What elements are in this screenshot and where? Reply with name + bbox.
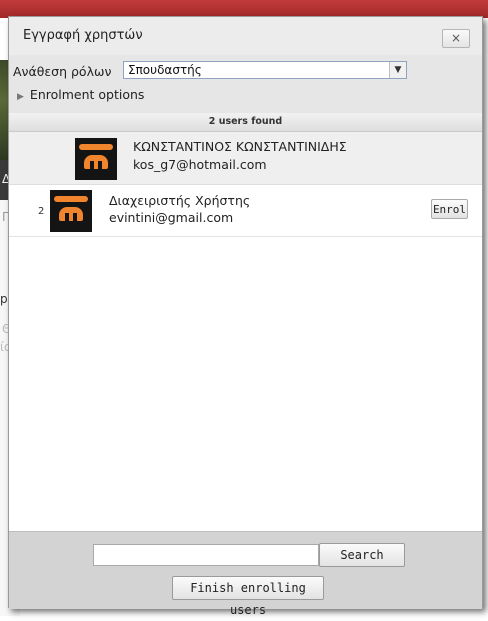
role-select[interactable]: Σπουδαστής ▼ (123, 61, 407, 79)
row-number: 2 (38, 206, 45, 217)
triangle-right-icon: ▶ (17, 92, 24, 102)
dialog-footer: Search Finish enrolling users (9, 531, 482, 617)
enrol-button[interactable]: Enrol (431, 199, 468, 219)
user-row: ΚΩΝΣΤΑΝΤΙΝΟΣ ΚΩΝΣΤΑΝΤΙΝΙΔΗΣ kos_g7@hotma… (9, 132, 482, 185)
user-email: kos_g7@hotmail.com (133, 157, 267, 172)
user-email: evintini@gmail.com (109, 210, 234, 225)
enrolment-options-label: Enrolment options (29, 87, 145, 102)
users-found-summary: 2 users found (9, 113, 482, 132)
chevron-down-icon: ▼ (389, 62, 406, 78)
user-name: ΚΩΝΣΤΑΝΤΙΝΟΣ ΚΩΝΣΤΑΝΤΙΝΙΔΗΣ (133, 139, 347, 154)
close-button[interactable]: × (442, 29, 470, 48)
user-name: Διαχειριστής Χρήστης (109, 193, 251, 208)
dialog-title: Εγγραφή χρηστών (23, 28, 143, 43)
enrol-users-dialog: Εγγραφή χρηστών × Ανάθεση ρόλων Σπουδαστ… (8, 16, 483, 617)
search-input[interactable] (93, 544, 319, 566)
user-avatar (50, 190, 92, 232)
enrolment-options-toggle[interactable]: ▶ Enrolment options (17, 87, 144, 102)
user-avatar (75, 138, 117, 180)
dialog-header: Εγγραφή χρηστών × (9, 17, 482, 56)
role-select-value: Σπουδαστής (128, 63, 202, 77)
search-button[interactable]: Search (319, 543, 405, 567)
close-icon: × (450, 31, 462, 45)
finish-enrolling-button[interactable]: Finish enrolling users (172, 576, 324, 617)
enrolment-options-panel: Ανάθεση ρόλων Σπουδαστής ▼ ▶ Enrolment op… (9, 55, 482, 114)
user-row: 2 Διαχειριστής Χρήστης evintini@gmail.co… (9, 185, 482, 237)
assign-roles-label: Ανάθεση ρόλων (13, 64, 112, 79)
